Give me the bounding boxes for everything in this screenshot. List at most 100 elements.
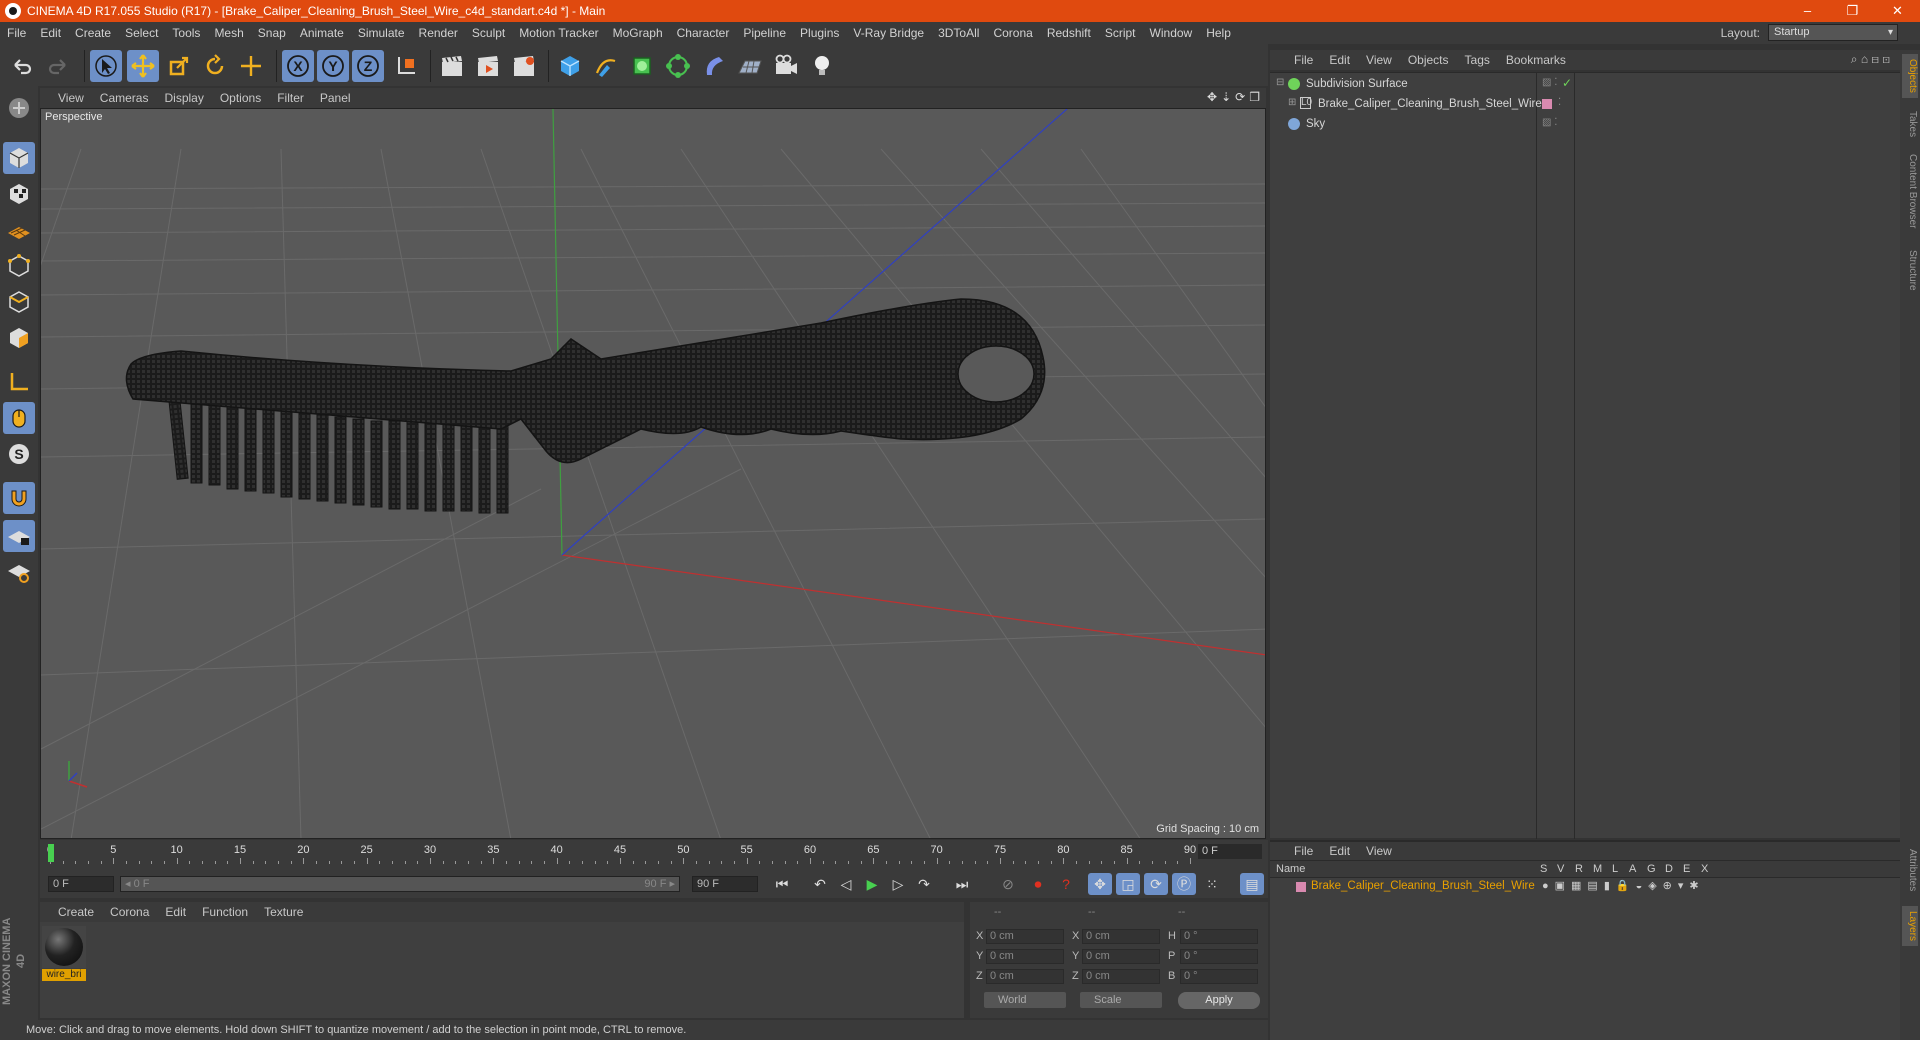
apply-button[interactable]: Apply [1178, 992, 1260, 1009]
key-position-button[interactable]: ✥ [1088, 873, 1112, 895]
edit-render-settings-button[interactable] [508, 50, 540, 82]
menu-plugins[interactable]: Plugins [793, 26, 846, 40]
texture-mode-button[interactable] [3, 178, 35, 210]
coord-type-dropdown[interactable]: Scale [1080, 992, 1162, 1008]
tweak-mode-button[interactable] [3, 402, 35, 434]
material-menu-corona[interactable]: Corona [102, 905, 157, 919]
coord-rot-b-field[interactable]: 0 ° [1180, 969, 1258, 984]
current-frame-field[interactable]: 0 F [1198, 844, 1262, 859]
menu-snap[interactable]: Snap [251, 26, 293, 40]
menu-corona[interactable]: Corona [986, 26, 1039, 40]
menu-redshift[interactable]: Redshift [1040, 26, 1098, 40]
rotate-tool[interactable] [199, 50, 231, 82]
object-row-subdivision-surface[interactable]: ⊟ Subdivision Surface ▨ ⁚ ✓ [1270, 75, 1900, 94]
next-key-button[interactable]: ↷ [912, 873, 936, 895]
menu-render[interactable]: Render [412, 26, 465, 40]
menu-mograph[interactable]: MoGraph [606, 26, 670, 40]
key-rotation-button[interactable]: ⟳ [1144, 873, 1168, 895]
layer-menu-edit[interactable]: Edit [1321, 844, 1358, 858]
timeline-ruler[interactable]: 051015202530354045505560657075808590 [47, 842, 1230, 864]
recent-tool-button[interactable] [235, 50, 267, 82]
object-menu-view[interactable]: View [1358, 53, 1400, 67]
material-swatch[interactable]: wire_bri [42, 926, 86, 981]
menu-mesh[interactable]: Mesh [207, 26, 250, 40]
next-frame-button[interactable]: ▷ [886, 873, 910, 895]
z-axis-lock-button[interactable]: Z [352, 50, 384, 82]
live-selection-tool[interactable] [90, 50, 122, 82]
object-row-brush[interactable]: ⊞ L0 Brake_Caliper_Cleaning_Brush_Steel_… [1270, 95, 1900, 114]
menu-motion-tracker[interactable]: Motion Tracker [512, 26, 605, 40]
undo-button[interactable] [6, 50, 38, 82]
x-axis-lock-button[interactable]: X [282, 50, 314, 82]
coordinate-system-button[interactable] [390, 50, 422, 82]
add-floor-button[interactable] [734, 50, 766, 82]
layout-dropdown[interactable]: Startup [1768, 24, 1898, 41]
playhead[interactable] [48, 844, 54, 862]
menu-create[interactable]: Create [68, 26, 118, 40]
viewport-menu-panel[interactable]: Panel [312, 91, 359, 105]
collapse-icon[interactable]: ⊟ [1276, 77, 1284, 88]
coord-size-x-field[interactable]: 0 cm [1082, 929, 1160, 944]
add-subdivision-surface-button[interactable] [626, 50, 658, 82]
object-menu-tags[interactable]: Tags [1457, 53, 1498, 67]
coord-mode-dropdown[interactable]: World [984, 992, 1066, 1008]
object-row-sky[interactable]: Sky ▨ ⁚ [1270, 115, 1900, 134]
redo-button[interactable] [42, 50, 74, 82]
tab-structure[interactable]: Structure [1902, 242, 1918, 298]
go-to-start-button[interactable]: ⏮ [770, 873, 794, 895]
add-light-button[interactable] [806, 50, 838, 82]
make-editable-button[interactable] [3, 92, 35, 124]
points-mode-button[interactable] [3, 250, 35, 282]
object-menu-bookmarks[interactable]: Bookmarks [1498, 53, 1574, 67]
previous-key-button[interactable]: ↶ [808, 873, 832, 895]
menu-vray-bridge[interactable]: V-Ray Bridge [846, 26, 931, 40]
tab-attributes[interactable]: Attributes [1902, 840, 1918, 900]
material-menu-edit[interactable]: Edit [157, 905, 194, 919]
object-search-icon[interactable]: ⌕ ⌂ ⊟ ⊡ [1851, 52, 1890, 67]
end-frame-field[interactable]: 90 F [692, 876, 758, 892]
coord-rot-h-field[interactable]: 0 ° [1180, 929, 1258, 944]
menu-animate[interactable]: Animate [293, 26, 351, 40]
minimize-button[interactable]: – [1785, 0, 1830, 22]
viewport-menu-display[interactable]: Display [156, 91, 211, 105]
add-camera-button[interactable] [770, 50, 802, 82]
viewport-zoom-icon[interactable]: ⇣ [1221, 90, 1231, 104]
coord-size-y-field[interactable]: 0 cm [1082, 949, 1160, 964]
menu-sculpt[interactable]: Sculpt [465, 26, 512, 40]
menu-file[interactable]: File [0, 26, 33, 40]
timeline-window-button[interactable]: ▤ [1240, 873, 1264, 895]
tab-objects[interactable]: Objects [1902, 54, 1918, 98]
snap-button[interactable] [3, 482, 35, 514]
start-frame-field[interactable]: 0 F [48, 876, 114, 892]
add-cube-button[interactable] [554, 50, 586, 82]
polygons-mode-button[interactable] [3, 322, 35, 354]
axis-mode-button[interactable] [3, 366, 35, 398]
solo-mode-button[interactable]: S [3, 438, 35, 470]
viewport-menu-options[interactable]: Options [212, 91, 269, 105]
locked-workplane-button[interactable] [3, 556, 35, 588]
menu-edit[interactable]: Edit [33, 26, 68, 40]
key-scale-button[interactable]: ◲ [1116, 873, 1140, 895]
record-keys-off-icon[interactable]: ⊘ [996, 873, 1020, 895]
menu-window[interactable]: Window [1143, 26, 1200, 40]
viewport-menu-filter[interactable]: Filter [269, 91, 312, 105]
close-button[interactable]: ✕ [1875, 0, 1920, 22]
previous-frame-button[interactable]: ◁ [834, 873, 858, 895]
menu-character[interactable]: Character [670, 26, 737, 40]
menu-simulate[interactable]: Simulate [351, 26, 412, 40]
coord-pos-x-field[interactable]: 0 cm [986, 929, 1064, 944]
menu-3dtoall[interactable]: 3DToAll [931, 26, 986, 40]
add-cloner-button[interactable] [662, 50, 694, 82]
object-menu-edit[interactable]: Edit [1321, 53, 1358, 67]
layer-color-swatch[interactable] [1542, 99, 1552, 109]
menu-pipeline[interactable]: Pipeline [736, 26, 793, 40]
record-active-icon[interactable]: ⏺ [1026, 873, 1050, 895]
edges-mode-button[interactable] [3, 286, 35, 318]
material-menu-function[interactable]: Function [194, 905, 256, 919]
maximize-button[interactable]: ❐ [1830, 0, 1875, 22]
menu-script[interactable]: Script [1098, 26, 1143, 40]
workplane-lock-button[interactable] [3, 520, 35, 552]
layer-color-swatch[interactable] [1296, 882, 1306, 892]
visibility-dots-icon[interactable]: ⁚ [1558, 97, 1561, 108]
coord-size-z-field[interactable]: 0 cm [1082, 969, 1160, 984]
